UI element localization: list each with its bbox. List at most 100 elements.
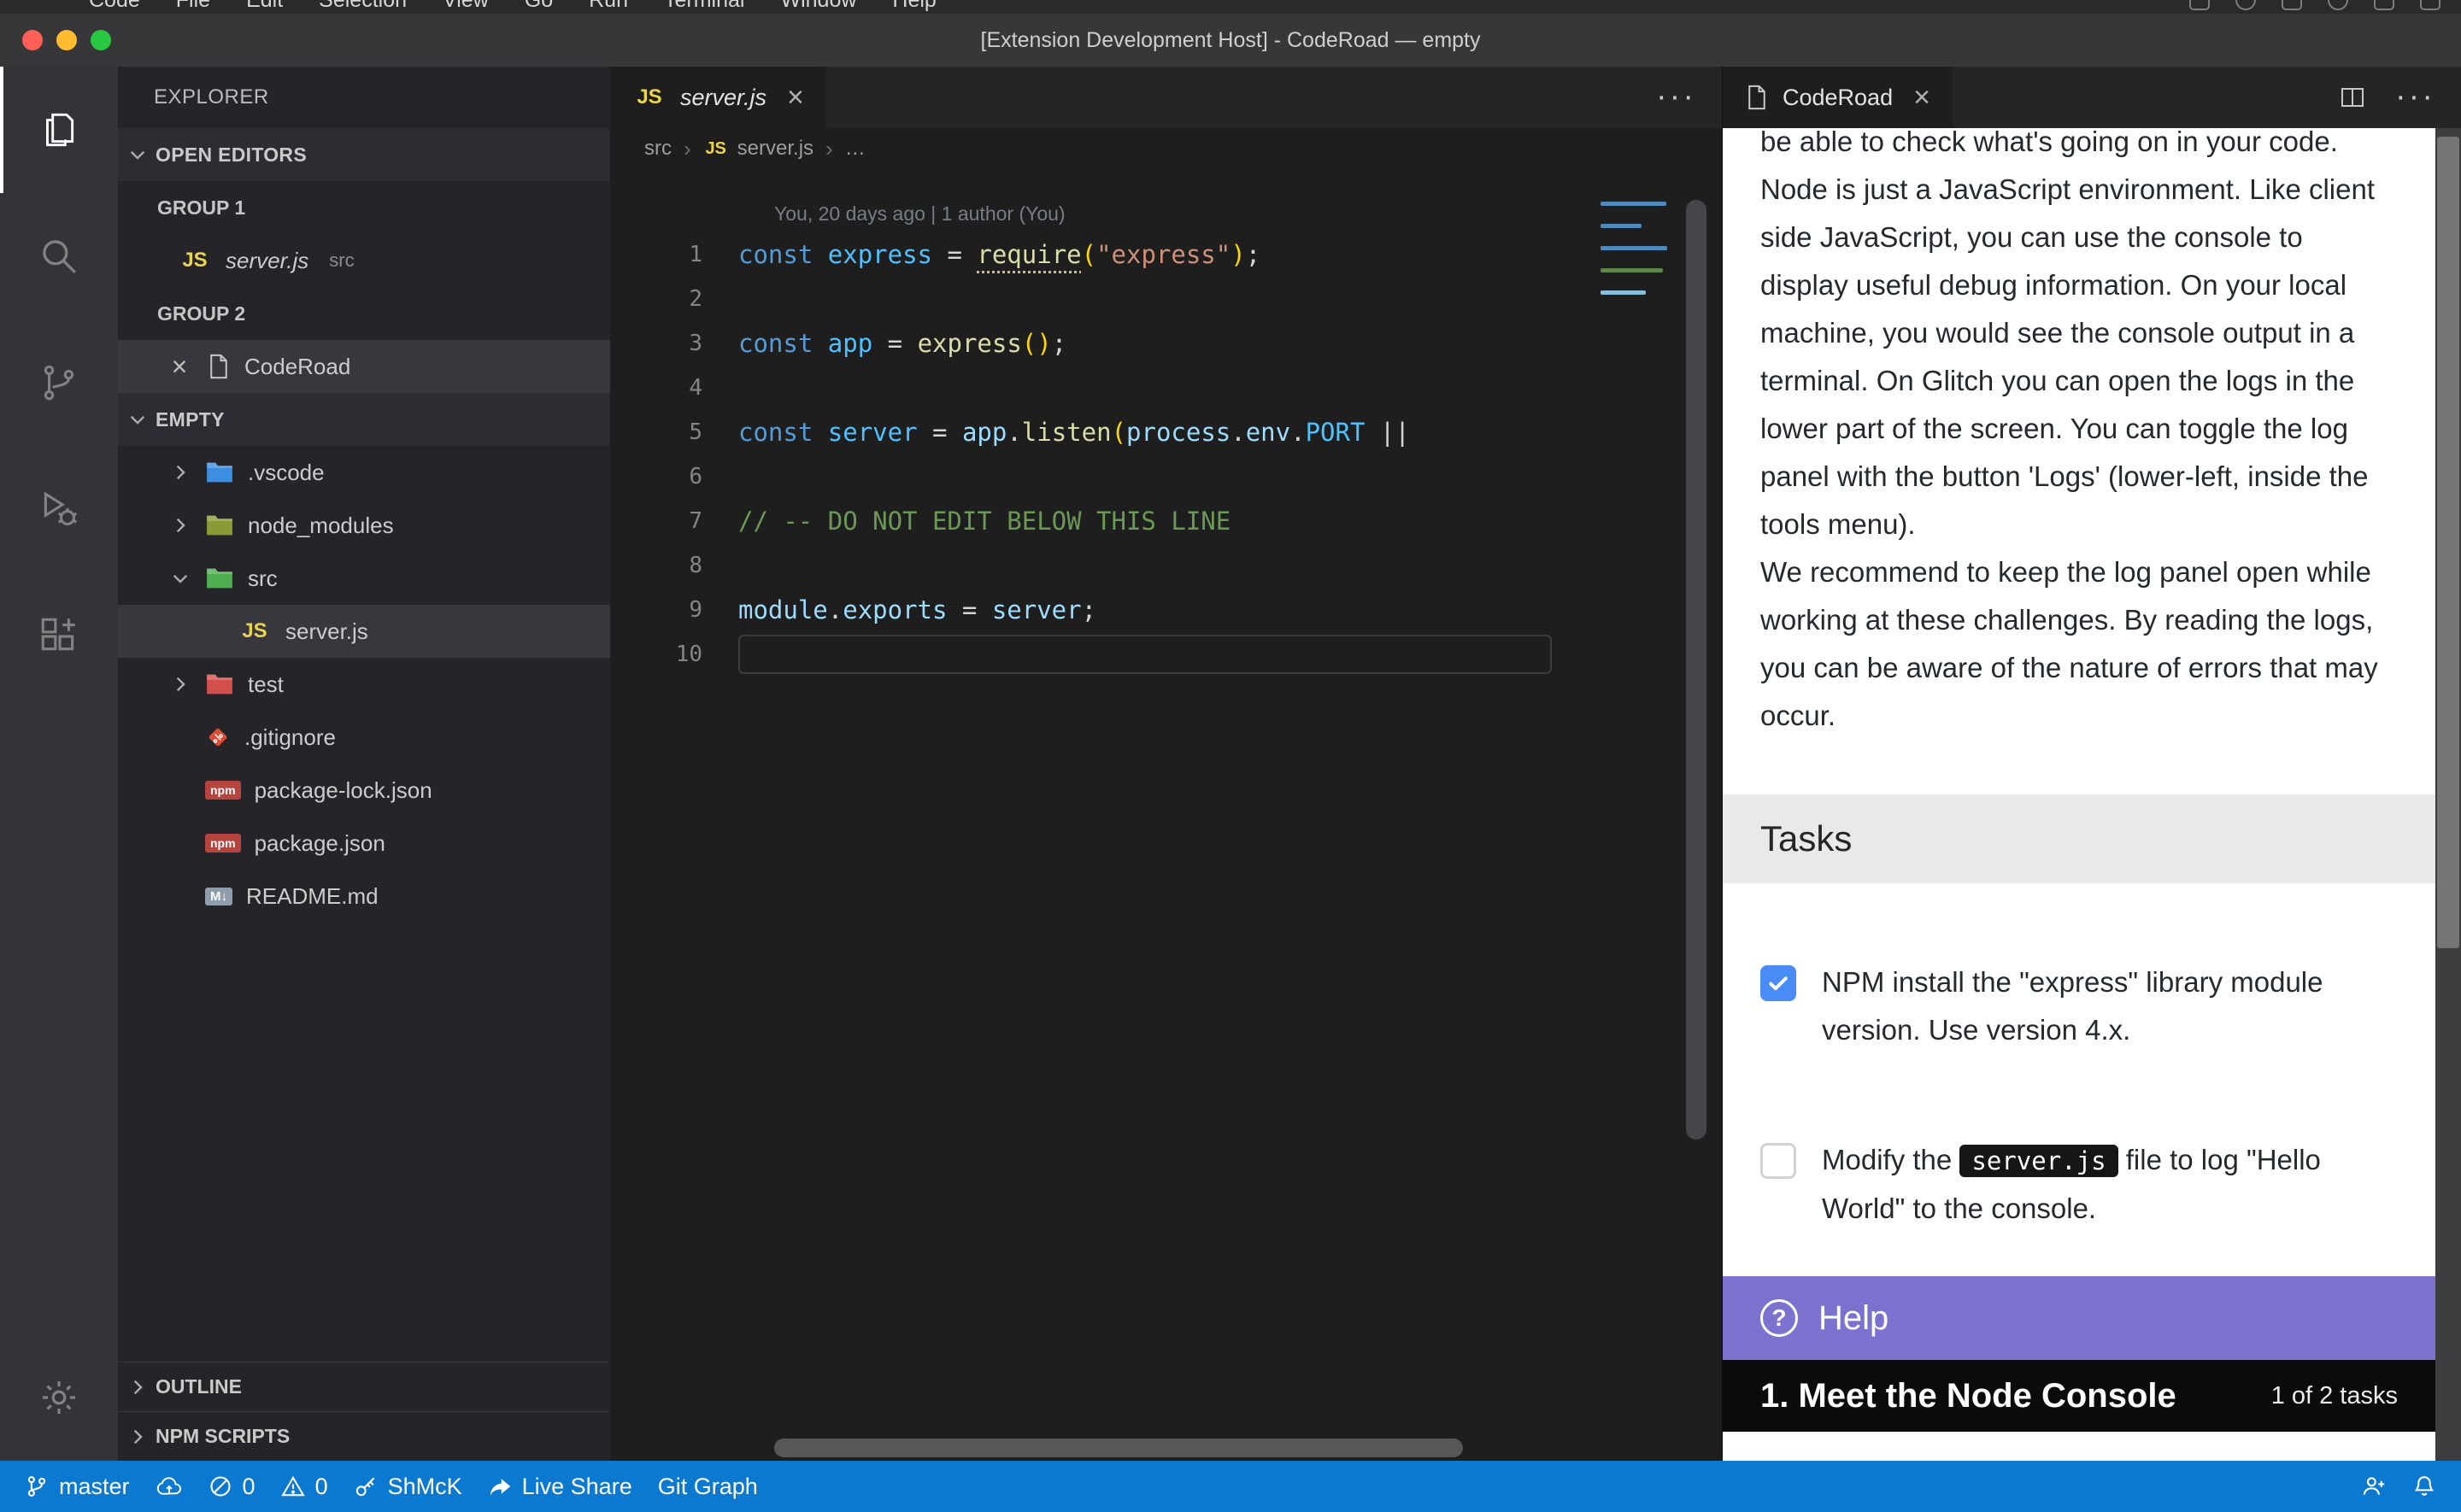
js-icon: JS: [703, 139, 729, 159]
status-master[interactable]: master: [12, 1461, 143, 1512]
minimap[interactable]: [1594, 169, 1672, 1461]
editor-tabbar: JS server.js × ···: [610, 67, 1722, 128]
minimap-gap: [1594, 254, 1672, 265]
status-bar-left: master00ShMcKLive ShareGit Graph: [12, 1461, 771, 1512]
tab-server-js[interactable]: JS server.js ×: [610, 67, 826, 128]
menu-item-view[interactable]: View: [443, 0, 489, 14]
activity-explorer[interactable]: [0, 67, 118, 193]
tree-item-label: .vscode: [248, 460, 325, 486]
tab-coderoad[interactable]: CodeRoad ×: [1723, 67, 1953, 128]
tree-item-readme-md[interactable]: M↓README.md: [118, 870, 610, 923]
current-line-highlight: [738, 635, 1552, 674]
menu-item-run[interactable]: Run: [589, 0, 628, 14]
code-editor[interactable]: You, 20 days ago | 1 author (You) 1const…: [610, 169, 1594, 1461]
menu-item-selection[interactable]: Selection: [319, 0, 407, 14]
tree-item--vscode[interactable]: .vscode: [118, 446, 610, 499]
tree-item-package-lock-json[interactable]: npmpackage-lock.json: [118, 764, 610, 817]
activity-settings[interactable]: [0, 1334, 118, 1461]
task-checkbox[interactable]: [1760, 965, 1796, 1001]
tree-item-test[interactable]: test: [118, 658, 610, 711]
activity-extensions[interactable]: [0, 572, 118, 699]
menu-item-code[interactable]: Code: [89, 0, 140, 14]
open-editor-label: server.js: [226, 248, 308, 274]
activity-run-debug[interactable]: [0, 446, 118, 572]
minimize-window-button[interactable]: [56, 30, 77, 50]
lesson-paragraphs: be able to check what's going on in your…: [1760, 128, 2398, 740]
status-git-graph[interactable]: Git Graph: [645, 1461, 771, 1512]
activity-source-control[interactable]: [0, 319, 118, 446]
more-actions-icon[interactable]: ···: [1656, 91, 1696, 103]
editor-group-coderoad: CodeRoad × ··· be able to check what's g…: [1722, 67, 2461, 1461]
close-editor-icon[interactable]: ×: [166, 353, 193, 380]
lesson-title: 1. Meet the Node Console: [1760, 1377, 2176, 1415]
close-window-button[interactable]: [22, 30, 43, 50]
tree-item-label: .gitignore: [244, 724, 336, 751]
tree-item-label: src: [248, 566, 278, 592]
status-bell[interactable]: [2399, 1461, 2449, 1512]
lesson-bar[interactable]: 1. Meet the Node Console 1 of 2 tasks: [1723, 1360, 2435, 1432]
coderoad-tabbar: CodeRoad × ···: [1723, 67, 2461, 128]
section-npm-scripts[interactable]: NPM SCRIPTS: [118, 1411, 610, 1461]
vertical-scrollbar[interactable]: [1672, 169, 1722, 1461]
menu-item-window[interactable]: Window: [780, 0, 856, 14]
help-icon: ?: [1760, 1299, 1798, 1337]
more-actions-icon[interactable]: ···: [2395, 91, 2435, 103]
tree-item-server-js[interactable]: JSserver.js: [118, 605, 610, 658]
folder-icon: [205, 671, 234, 697]
status-bar: master00ShMcKLive ShareGit Graph: [0, 1461, 2461, 1512]
line-number: 3: [610, 331, 738, 356]
file-tree: .vscode node_modulessrc JSserver.jstest .gi…: [118, 446, 610, 923]
status-shmck[interactable]: ShMcK: [341, 1461, 475, 1512]
line-number: 5: [610, 419, 738, 445]
close-tab-icon[interactable]: ×: [787, 81, 804, 114]
workspace-header[interactable]: EMPTY: [118, 393, 610, 446]
breadcrumb-item[interactable]: JSserver.js: [703, 137, 813, 161]
scrollbar-thumb[interactable]: [2437, 137, 2459, 948]
menu-item-help[interactable]: Help: [892, 0, 936, 14]
menu-item-edit[interactable]: Edit: [246, 0, 283, 14]
status-0[interactable]: 0: [196, 1461, 268, 1512]
menubar-icon: [2420, 0, 2440, 10]
close-tab-icon[interactable]: ×: [1913, 81, 1930, 114]
webview-scrollbar[interactable]: [2435, 128, 2461, 1461]
code-text: module.exports = server;: [738, 595, 1096, 624]
scrollbar-thumb[interactable]: [1686, 200, 1706, 1140]
activity-search[interactable]: [0, 193, 118, 319]
menu-item-go[interactable]: Go: [525, 0, 553, 14]
open-editor-label: CodeRoad: [244, 354, 350, 380]
open-editors-header[interactable]: OPEN EDITORS: [118, 128, 610, 181]
split-editor-icon[interactable]: [2339, 84, 2366, 111]
tree-item-node-modules[interactable]: node_modules: [118, 499, 610, 552]
status-sync[interactable]: [143, 1461, 196, 1512]
menu-item-file[interactable]: File: [176, 0, 210, 14]
section-outline[interactable]: OUTLINE: [118, 1362, 610, 1411]
horizontal-scrollbar[interactable]: [774, 1439, 1629, 1457]
minimap-line: [1601, 224, 1642, 228]
tree-item-package-json[interactable]: npmpackage.json: [118, 817, 610, 870]
task-checkbox[interactable]: [1760, 1143, 1796, 1179]
person-add-icon: [2361, 1474, 2387, 1498]
open-editors-label: OPEN EDITORS: [156, 144, 307, 167]
open-editor-item[interactable]: JSserver.jssrc: [118, 234, 610, 287]
menu-item-terminal[interactable]: Terminal: [664, 0, 744, 14]
tree-item-src[interactable]: src: [118, 552, 610, 605]
status-0[interactable]: 0: [268, 1461, 341, 1512]
tree-item--gitignore[interactable]: .gitignore: [118, 711, 610, 764]
breadcrumb-item[interactable]: …: [845, 137, 866, 161]
breadcrumb-item[interactable]: src: [644, 137, 672, 161]
help-button[interactable]: ? Help: [1723, 1276, 2435, 1360]
status-live-share[interactable]: Live Share: [475, 1461, 645, 1512]
sidebar-title: EXPLORER: [118, 67, 610, 128]
line-number: 1: [610, 242, 738, 267]
scrollbar-thumb[interactable]: [774, 1439, 1463, 1457]
open-editor-item[interactable]: × CodeRoad: [118, 340, 610, 393]
workbench: EXPLORER OPEN EDITORS GROUP 1JSserver.js…: [0, 67, 2461, 1461]
task-text: Modify the server.js file to log "Hello …: [1822, 1136, 2398, 1233]
warning-icon: [281, 1474, 305, 1498]
menubar-items: Code File Edit Selection View Go Run Terminal Wi…: [21, 0, 937, 14]
editor-actions: ···: [1656, 67, 1722, 128]
zoom-window-button[interactable]: [91, 30, 111, 50]
code-line: 10: [610, 632, 1594, 677]
status-person-add[interactable]: [2348, 1461, 2399, 1512]
macos-menubar: Code File Edit Selection View Go Run Terminal Wi…: [0, 0, 2461, 14]
